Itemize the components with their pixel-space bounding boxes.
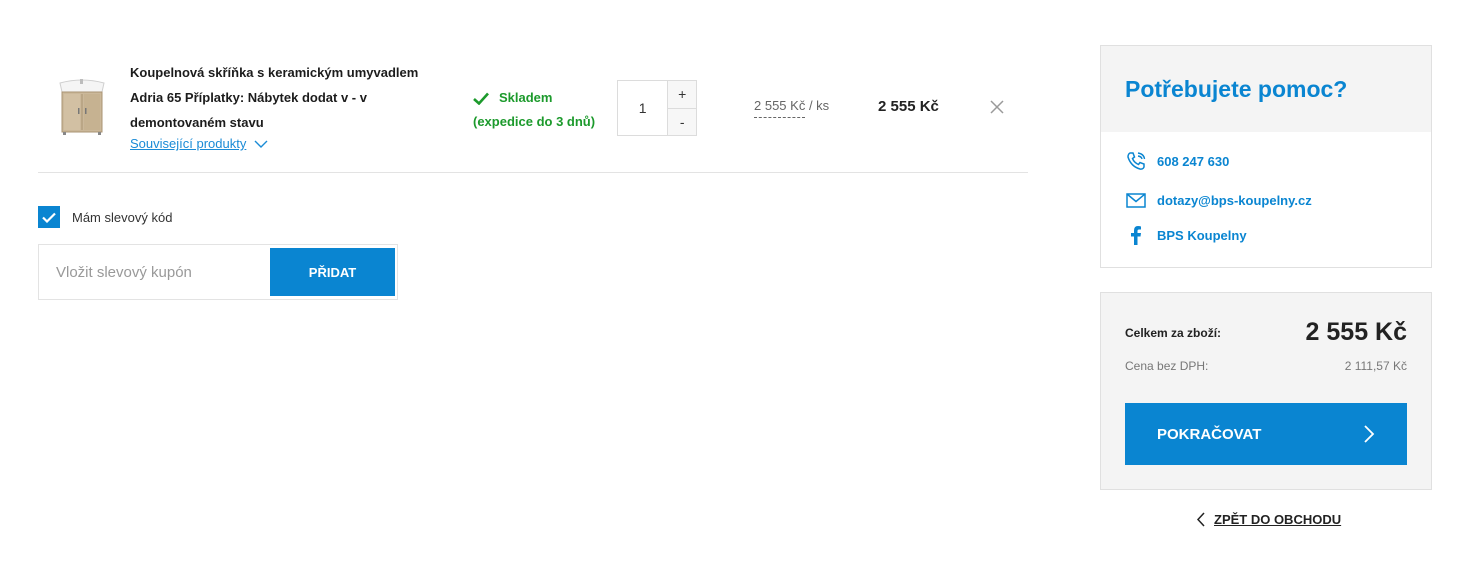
back-to-shop-label: ZPĚT DO OBCHODU	[1214, 512, 1342, 527]
help-header: Potřebujete pomoc?	[1101, 46, 1431, 132]
mail-icon	[1126, 193, 1146, 208]
unit-price-value: 2 555 Kč	[754, 98, 806, 118]
discount-checkbox-label: Mám slevový kód	[72, 209, 173, 225]
unit-price: 2 555 Kč / ks	[754, 98, 830, 118]
product-info: Koupelnová skříňka s keramickým umyvadle…	[130, 60, 450, 153]
chevron-down-icon	[254, 140, 268, 148]
quantity-stepper: 1 + -	[617, 80, 697, 136]
coupon-input[interactable]	[40, 246, 270, 298]
check-icon	[473, 92, 489, 105]
phone-icon	[1127, 152, 1146, 170]
add-coupon-button[interactable]: PŘIDAT	[270, 248, 395, 296]
quantity-decrease-button[interactable]: -	[668, 107, 696, 135]
chevron-right-icon	[1364, 425, 1375, 443]
continue-button[interactable]: POKRAČOVAT	[1125, 403, 1407, 465]
product-name[interactable]: Koupelnová skříňka s keramickým umyvadle…	[130, 60, 450, 135]
cart-item-row: Koupelnová skříňka s keramickým umyvadle…	[38, 58, 1028, 173]
line-total: 2 555 Kč	[878, 98, 939, 115]
help-email-label: dotazy@bps-koupelny.cz	[1157, 192, 1312, 208]
coupon-form: PŘIDAT	[38, 244, 398, 300]
stock-status: Skladem (expedice do 3 dnů)	[473, 86, 613, 134]
net-price-label: Cena bez DPH:	[1125, 359, 1209, 373]
help-email-link[interactable]: dotazy@bps-koupelny.cz	[1125, 189, 1312, 211]
total-label: Celkem za zboží:	[1125, 326, 1222, 340]
related-products-link[interactable]: Související produkty	[130, 136, 268, 152]
help-title: Potřebujete pomoc?	[1125, 75, 1348, 102]
related-products-label: Související produkty	[130, 136, 247, 151]
check-icon	[42, 212, 56, 223]
quantity-input[interactable]: 1	[618, 81, 669, 135]
discount-checkbox[interactable]	[38, 206, 60, 228]
stock-note: (expedice do 3 dnů)	[473, 114, 596, 129]
help-phone-link[interactable]: 608 247 630	[1125, 150, 1229, 172]
help-facebook-link[interactable]: BPS Koupelny	[1125, 224, 1247, 246]
product-image[interactable]	[54, 78, 110, 136]
close-icon[interactable]	[990, 100, 1004, 114]
facebook-icon	[1131, 226, 1141, 245]
unit-price-suffix: / ks	[808, 98, 830, 113]
help-phone-label: 608 247 630	[1157, 153, 1230, 169]
order-summary: Celkem za zboží: 2 555 Kč Cena bez DPH: …	[1100, 292, 1432, 490]
back-to-shop-link[interactable]: ZPĚT DO OBCHODU	[1196, 512, 1341, 527]
continue-label: POKRAČOVAT	[1157, 425, 1262, 443]
stock-label: Skladem	[499, 90, 553, 105]
net-price-value: 2 111,57 Kč	[1344, 359, 1407, 373]
chevron-left-icon	[1196, 512, 1205, 527]
total-value: 2 555 Kč	[1305, 318, 1407, 346]
discount-code-toggle[interactable]: Mám slevový kód	[38, 206, 172, 228]
help-facebook-label: BPS Koupelny	[1157, 227, 1247, 243]
help-panel: Potřebujete pomoc? 608 247 630 dotazy@bp…	[1100, 45, 1432, 268]
quantity-increase-button[interactable]: +	[668, 81, 696, 108]
